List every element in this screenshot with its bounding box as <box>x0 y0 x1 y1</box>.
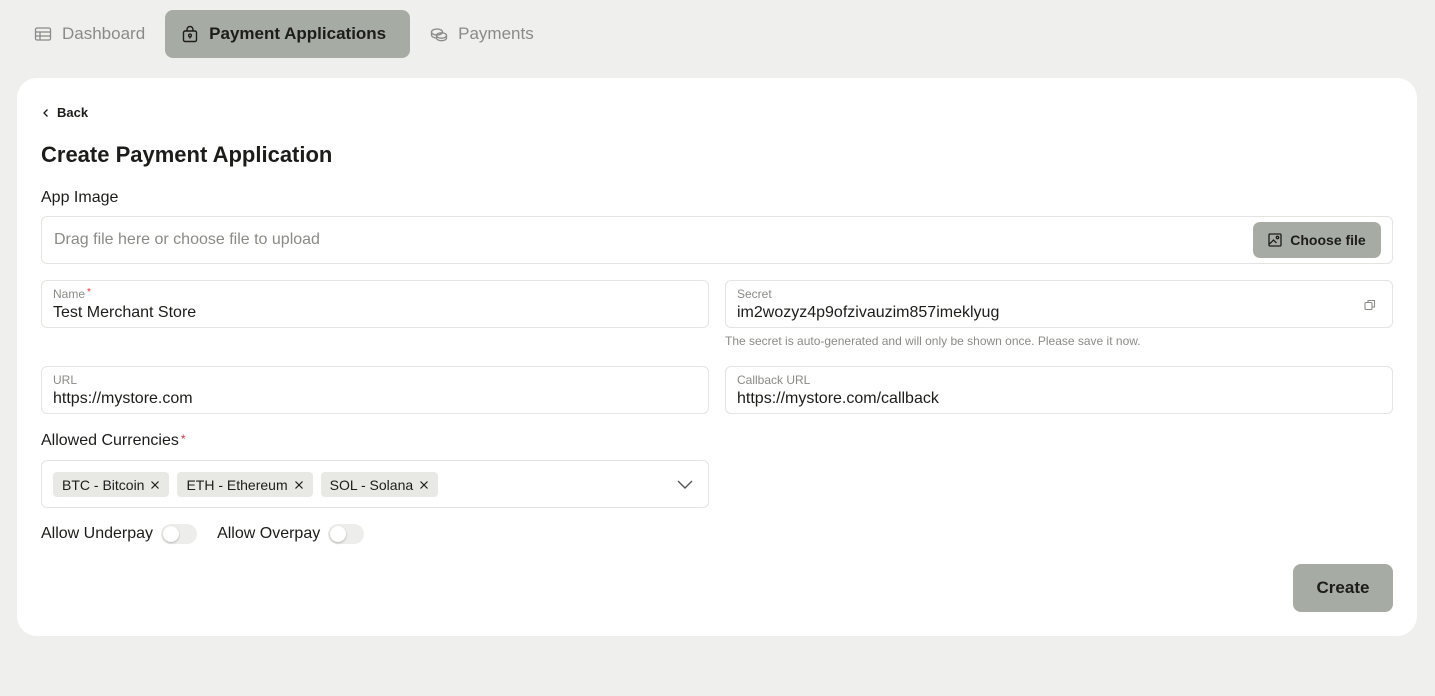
currency-chips: BTC - Bitcoin ETH - Ethereum SOL - Solan… <box>53 472 439 497</box>
table-icon <box>34 27 52 41</box>
lock-bag-icon <box>182 25 198 43</box>
currency-chip-btc: BTC - Bitcoin <box>53 472 170 497</box>
app-image-label: App Image <box>41 189 119 206</box>
app-image-dropzone[interactable]: Drag file here or choose file to upload … <box>41 216 1393 264</box>
dropzone-placeholder: Drag file here or choose file to upload <box>54 231 320 248</box>
url-input[interactable]: https://mystore.com <box>53 390 193 408</box>
currencies-multiselect[interactable]: BTC - Bitcoin ETH - Ethereum SOL - Solan… <box>41 460 709 508</box>
image-icon <box>1268 233 1282 247</box>
callback-url-field[interactable]: Callback URL https://mystore.com/callbac… <box>725 366 1393 414</box>
tab-payment-applications-label: Payment Applications <box>209 24 387 43</box>
tab-payments-label: Payments <box>458 24 534 43</box>
tab-payment-applications[interactable]: Payment Applications <box>165 10 411 58</box>
create-button[interactable]: Create <box>1293 564 1393 612</box>
chip-label: ETH - Ethereum <box>186 476 288 493</box>
coins-icon <box>430 28 448 42</box>
close-icon[interactable] <box>294 480 304 490</box>
name-field[interactable]: Name * Test Merchant Store <box>41 280 709 328</box>
close-icon[interactable] <box>150 480 160 490</box>
secret-field-label: Secret <box>737 287 772 301</box>
close-icon[interactable] <box>419 480 429 490</box>
tab-dashboard[interactable]: Dashboard <box>18 10 161 58</box>
overpay-label: Allow Overpay <box>217 525 321 542</box>
chip-label: BTC - Bitcoin <box>62 476 145 493</box>
underpay-switch[interactable] <box>161 524 198 544</box>
choose-file-label: Choose file <box>1290 232 1366 248</box>
currency-chip-sol: SOL - Solana <box>320 472 439 497</box>
underpay-label: Allow Underpay <box>41 525 154 542</box>
name-input[interactable]: Test Merchant Store <box>53 304 196 322</box>
copy-icon[interactable] <box>1364 299 1376 311</box>
create-app-card: Back Create Payment Application App Imag… <box>17 78 1417 636</box>
toggle-row: Allow Underpay Allow Overpay <box>41 524 384 544</box>
callback-url-field-label: Callback URL <box>737 373 811 387</box>
tab-payments[interactable]: Payments <box>414 10 550 58</box>
back-link[interactable]: Back <box>41 105 88 120</box>
allowed-currencies-label: Allowed Currencies * <box>41 432 186 449</box>
url-field[interactable]: URL https://mystore.com <box>41 366 709 414</box>
chevron-down-icon[interactable] <box>676 477 694 491</box>
overpay-switch[interactable] <box>328 524 365 544</box>
secret-input[interactable]: im2wozyz4p9ofzivauzim857imeklyug <box>737 304 999 322</box>
secret-hint: The secret is auto-generated and will on… <box>725 334 1141 348</box>
url-field-label: URL <box>53 373 78 387</box>
choose-file-button[interactable]: Choose file <box>1253 222 1381 258</box>
currency-chip-eth: ETH - Ethereum <box>177 472 313 497</box>
overpay-toggle-group: Allow Overpay <box>217 524 365 544</box>
chip-label: SOL - Solana <box>329 476 414 493</box>
tab-dashboard-label: Dashboard <box>62 24 146 43</box>
secret-field[interactable]: Secret im2wozyz4p9ofzivauzim857imeklyug <box>725 280 1393 328</box>
page-title: Create Payment Application <box>41 142 333 167</box>
chevron-left-icon <box>43 108 48 117</box>
name-field-label: Name * <box>53 287 91 301</box>
callback-url-input[interactable]: https://mystore.com/callback <box>737 390 939 408</box>
top-nav: Dashboard Payment Applications Payments <box>18 10 554 58</box>
back-label: Back <box>57 105 89 120</box>
underpay-toggle-group: Allow Underpay <box>41 524 198 544</box>
